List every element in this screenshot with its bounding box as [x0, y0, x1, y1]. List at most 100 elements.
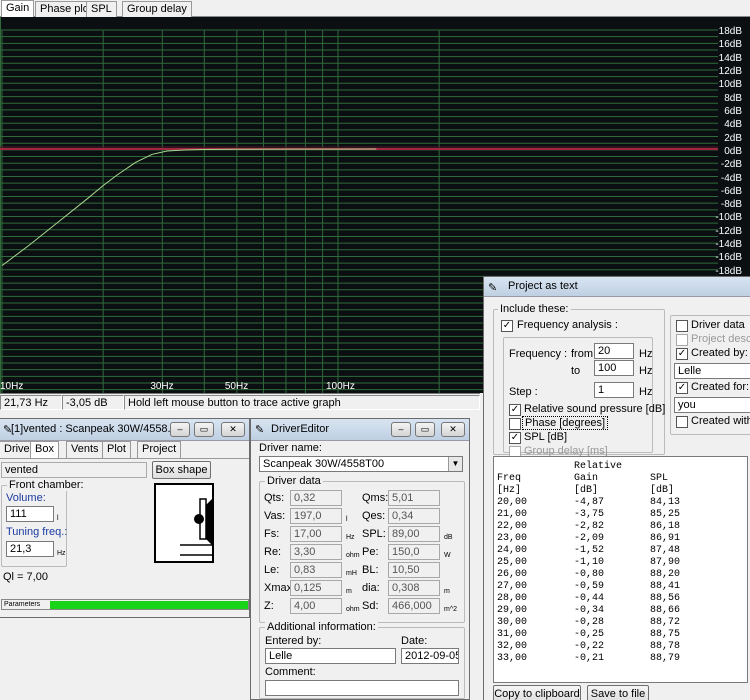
maximize-button[interactable]: ▭ [194, 422, 214, 437]
additional-info-group: Additional information: Entered by: Lell… [259, 621, 465, 699]
y-tick-label: -6dB [720, 185, 742, 197]
y-tick-label: -14dB [715, 239, 742, 251]
tab-group-delay[interactable]: Group delay [122, 1, 192, 17]
table-cell: 32,00 [497, 641, 528, 652]
y-tick-label: -10dB [715, 212, 742, 224]
to-input[interactable]: 100 [594, 360, 634, 376]
param-input[interactable]: 3,30 [290, 544, 342, 560]
param-input[interactable]: 4,00 [290, 598, 342, 614]
y-tick-label: -16dB [715, 252, 742, 264]
param-input[interactable]: 0,32 [290, 490, 342, 506]
tab-gain[interactable]: Gain [1, 0, 35, 17]
table-row: 30,00 -0,28 88,72 [497, 617, 747, 629]
project-text-output[interactable]: Relative Freq Gain SPL [Hz] [dB] [dB] 20,00 -4,8… [493, 456, 748, 683]
save-to-file-button[interactable]: Save to file [587, 685, 649, 700]
param-input[interactable]: 150,0 [388, 544, 440, 560]
driver-name-value: Scanpeak 30W/4558T00 [263, 458, 385, 470]
driver-editor-window: ✎ DriverEditor – ▭ ✕ Driver name: Scanpe… [250, 418, 470, 700]
driver-data-checkbox[interactable] [676, 320, 688, 332]
tab-box[interactable]: Box [30, 441, 59, 458]
box-shape-button[interactable]: Box shape [152, 461, 211, 479]
param-label: Qms: [362, 492, 389, 504]
app-icon: ✎ [255, 424, 265, 436]
close-button[interactable]: ✕ [221, 422, 245, 437]
table-cell: -0,80 [574, 569, 605, 580]
x-tick-label: 10Hz [0, 381, 24, 392]
frequency-analysis-label: Frequency analysis : [517, 319, 618, 331]
y-tick-label: -8dB [720, 199, 742, 211]
project-text-titlebar[interactable]: ✎ Project as text [484, 277, 750, 297]
param-input[interactable]: 197,0 [290, 508, 342, 524]
created-for-input[interactable]: you [674, 397, 750, 413]
comment-input[interactable] [265, 680, 459, 696]
step-label: Step : [509, 386, 538, 398]
param-label: BL: [362, 564, 379, 576]
spl-checkbox[interactable]: ✓ [509, 432, 521, 444]
entered-by-input[interactable]: Lelle [265, 648, 396, 664]
table-row: 29,00 -0,34 88,66 [497, 605, 747, 617]
maximize-button[interactable]: ▭ [415, 422, 435, 437]
created-with-checkbox[interactable] [676, 416, 688, 428]
param-input[interactable]: 0,34 [388, 508, 440, 524]
param-input[interactable]: 89,00 [388, 526, 440, 542]
param-input[interactable]: 0,83 [290, 562, 342, 578]
param-input[interactable]: 17,00 [290, 526, 342, 542]
driver-magnet-shape [194, 514, 204, 524]
ql-value: Ql = 7,00 [3, 571, 48, 583]
box-window-titlebar[interactable]: ✎ [1]vented : Scanpeak 30W/4558... – ▭ ✕ [0, 419, 249, 441]
param-input[interactable]: 466,000 [388, 598, 440, 614]
minimize-button[interactable]: – [391, 422, 411, 437]
created-by-checkbox[interactable]: ✓ [676, 348, 688, 360]
chevron-down-icon[interactable]: ▼ [448, 457, 462, 471]
phase-label: Phase [degrees] [522, 416, 609, 430]
frequency-analysis-checkbox[interactable]: ✓ [501, 320, 513, 332]
spl-label: SPL [dB] [524, 431, 568, 443]
table-cell: -3,75 [574, 509, 605, 520]
tab-plot[interactable]: Plot [102, 441, 131, 458]
table-cell: 87,48 [650, 545, 681, 556]
tab-vents[interactable]: Vents [66, 441, 104, 458]
phase-checkbox[interactable] [509, 418, 521, 430]
table-cell: -2,09 [574, 533, 605, 544]
driver-editor-titlebar[interactable]: ✎ DriverEditor – ▭ ✕ [251, 419, 469, 441]
param-label: Z: [264, 600, 274, 612]
from-hz-label: Hz [639, 348, 653, 360]
table-cell: 88,75 [650, 629, 681, 640]
y-tick-label: 14dB [718, 52, 742, 64]
project-description-checkbox[interactable] [676, 334, 688, 346]
y-tick-label: 6dB [724, 105, 742, 117]
project-as-text-window: ✎ Project as text Include these: ✓ Frequ… [483, 276, 750, 700]
close-button[interactable]: ✕ [441, 422, 465, 437]
step-input[interactable]: 1 [594, 382, 634, 398]
box-type-field[interactable]: vented [1, 462, 147, 478]
param-input[interactable]: 10,50 [388, 562, 440, 578]
relative-spl-checkbox[interactable]: ✓ [509, 404, 521, 416]
table-cell: SPL [650, 473, 669, 484]
param-unit: dB [444, 534, 453, 541]
param-label: Pe: [362, 546, 379, 558]
copy-to-clipboard-button[interactable]: Copy to clipboard [493, 685, 581, 700]
comment-label: Comment: [265, 666, 316, 678]
date-label: Date: [401, 635, 428, 647]
param-input[interactable]: 0,125 [290, 580, 342, 596]
tab-spl[interactable]: SPL [86, 1, 117, 17]
created-by-input[interactable]: Lelle [674, 363, 750, 379]
param-input[interactable]: 0,308 [388, 580, 440, 596]
from-input[interactable]: 20 [594, 343, 634, 359]
minimize-button[interactable]: – [170, 422, 190, 437]
table-cell: Gain [574, 473, 599, 484]
tab-project[interactable]: Project [137, 441, 182, 458]
x-tick-label: 30Hz [150, 381, 174, 392]
driver-name-select[interactable]: Scanpeak 30W/4558T00 ▼ [259, 456, 463, 472]
table-cell: 88,20 [650, 569, 681, 580]
tuning-input[interactable]: 21,3 [6, 541, 54, 557]
param-input[interactable]: 5,01 [388, 490, 440, 506]
include-group: Include these: ✓ Frequency analysis : Fr… [493, 303, 665, 458]
volume-input[interactable]: 111 [6, 506, 54, 522]
param-label: dia: [362, 582, 380, 594]
date-input[interactable]: 2012-09-05 [401, 648, 459, 664]
created-for-checkbox[interactable]: ✓ [676, 382, 688, 394]
table-cell: 27,00 [497, 581, 528, 592]
to-hz-label: Hz [639, 365, 653, 377]
driver-editor-title: DriverEditor [271, 423, 330, 435]
